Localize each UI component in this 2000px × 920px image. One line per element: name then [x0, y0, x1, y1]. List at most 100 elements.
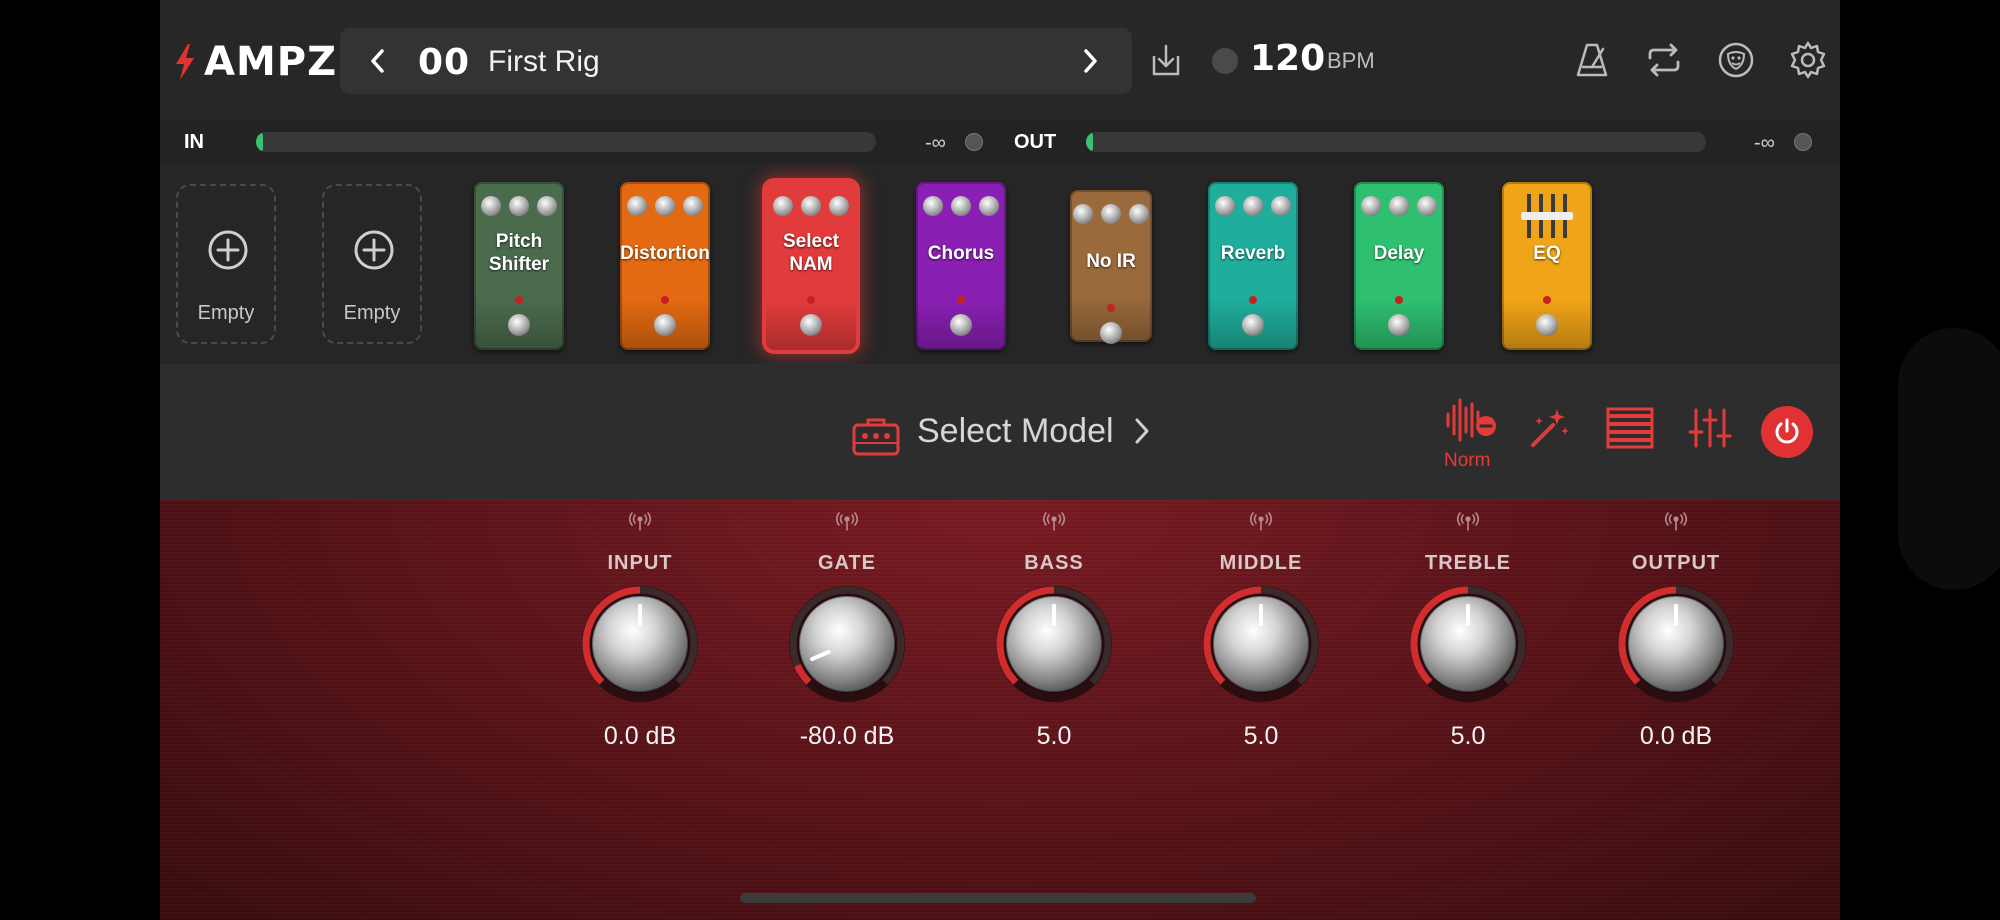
pedal-label: EQ — [1502, 242, 1592, 265]
empty-slot[interactable]: Empty — [176, 184, 276, 344]
pedal-knob[interactable] — [1417, 196, 1437, 216]
sliders-icon — [1688, 408, 1732, 448]
input-meter-label: IN — [184, 131, 204, 153]
pedal-knob[interactable] — [481, 196, 501, 216]
pedal-knobs — [766, 196, 856, 216]
footswitch[interactable] — [1100, 322, 1122, 344]
midi-learn-icon[interactable] — [835, 512, 859, 532]
gate-dial[interactable] — [787, 584, 907, 704]
input-dial[interactable] — [580, 584, 700, 704]
midi-learn-icon[interactable] — [1042, 512, 1066, 532]
midi-learn-icon[interactable] — [1249, 512, 1273, 532]
bass-dial[interactable] — [994, 584, 1114, 704]
mixer-button[interactable] — [1682, 400, 1738, 456]
next-preset-button[interactable] — [1070, 41, 1110, 81]
pedal-knob[interactable] — [1243, 196, 1263, 216]
pedal-label: Delay — [1354, 242, 1444, 265]
input-clip-indicator[interactable] — [965, 133, 983, 151]
normalize-button[interactable] — [1442, 392, 1498, 448]
save-preset-button[interactable] — [1144, 38, 1188, 82]
middle-dial[interactable] — [1201, 584, 1321, 704]
pedal-knob[interactable] — [1073, 204, 1093, 224]
pedal-eq[interactable]: EQ — [1502, 182, 1592, 350]
pedal-label-line1: Select — [783, 231, 839, 252]
midi-learn-icon[interactable] — [1664, 512, 1688, 532]
pedal-knob[interactable] — [1129, 204, 1149, 224]
pedal-knob[interactable] — [627, 196, 647, 216]
pedal-label-line1: Chorus — [927, 243, 995, 264]
pedal-knobs — [1208, 196, 1298, 216]
footswitch[interactable] — [508, 314, 530, 336]
pedal-knob[interactable] — [951, 196, 971, 216]
pedal-knob[interactable] — [1101, 204, 1121, 224]
pedal-knob[interactable] — [1215, 196, 1235, 216]
pedal-no-ir[interactable]: No IR — [1070, 190, 1152, 344]
pedal-chorus[interactable]: Chorus — [916, 182, 1006, 350]
pedal-knob[interactable] — [979, 196, 999, 216]
pedal-delay[interactable]: Delay — [1354, 182, 1444, 350]
pedal-knob[interactable] — [923, 196, 943, 216]
pedal-label-line1: Delay — [1373, 243, 1425, 264]
footswitch[interactable] — [654, 314, 676, 336]
pedal-knob[interactable] — [773, 196, 793, 216]
footswitch[interactable] — [950, 314, 972, 336]
chevron-right-icon — [1135, 418, 1149, 444]
treble-dial[interactable] — [1408, 584, 1528, 704]
side-handle[interactable] — [1898, 328, 2000, 590]
footswitch[interactable] — [800, 314, 822, 336]
tempo-value[interactable]: 120 — [1250, 38, 1325, 79]
pedal-pitch-shifter[interactable]: Pitch Shifter — [474, 182, 564, 350]
bolt-icon — [176, 44, 194, 80]
pedal-select-nam[interactable]: Select NAM — [766, 182, 856, 350]
pedal-reverb[interactable]: Reverb — [1208, 182, 1298, 350]
knob-label: MIDDLE — [1219, 552, 1303, 574]
footswitch[interactable] — [1536, 314, 1558, 336]
midi-learn-icon[interactable] — [1456, 512, 1480, 532]
pedal-knobs — [1354, 196, 1444, 216]
previous-preset-button[interactable] — [358, 41, 398, 81]
knob-label: BASS — [1024, 552, 1084, 574]
pedal-led — [957, 296, 965, 304]
pedal-knob[interactable] — [801, 196, 821, 216]
empty-slot[interactable]: Empty — [322, 184, 422, 344]
output-clip-indicator[interactable] — [1794, 133, 1812, 151]
pedal-knob[interactable] — [655, 196, 675, 216]
eq-sliders — [1502, 194, 1592, 238]
magic-wand-icon — [1531, 409, 1569, 447]
pedal-led — [1395, 296, 1403, 304]
settings-button[interactable] — [1786, 38, 1830, 82]
pedal-knob[interactable] — [1389, 196, 1409, 216]
knob-label: INPUT — [607, 552, 673, 574]
pedal-knob[interactable] — [683, 196, 703, 216]
pedal-label-line2: NAM — [789, 254, 833, 275]
empty-slot-label: Empty — [343, 302, 401, 324]
metronome-button[interactable] — [1570, 38, 1614, 82]
pedal-led — [1543, 296, 1551, 304]
pedal-knob[interactable] — [1361, 196, 1381, 216]
auto-tone-button[interactable] — [1522, 400, 1578, 456]
performance-button[interactable] — [1714, 38, 1758, 82]
home-indicator[interactable] — [740, 893, 1256, 903]
preset-name[interactable]: First Rig — [488, 45, 600, 79]
preset-selector[interactable]: 00 First Rig — [340, 28, 1132, 94]
pedal-knob[interactable] — [829, 196, 849, 216]
pedal-led — [1107, 304, 1115, 312]
chevron-left-icon — [371, 49, 384, 73]
model-bar: Select Model Norm — [160, 364, 1840, 500]
footswitch[interactable] — [1388, 314, 1410, 336]
cabinet-button[interactable] — [1602, 400, 1658, 456]
pedal-knob[interactable] — [537, 196, 557, 216]
top-bar: AMPZ 00 First Rig 120 BPM — [160, 0, 1840, 120]
footswitch[interactable] — [1242, 314, 1264, 336]
loop-button[interactable] — [1642, 38, 1686, 82]
output-dial[interactable] — [1616, 584, 1736, 704]
pedal-label: Pitch Shifter — [474, 230, 564, 276]
pedal-knob[interactable] — [1271, 196, 1291, 216]
pedal-knobs — [1070, 204, 1152, 224]
midi-learn-icon[interactable] — [628, 512, 652, 532]
amp-power-button[interactable] — [1761, 406, 1813, 458]
pedal-knob[interactable] — [509, 196, 529, 216]
pedal-distortion[interactable]: Distortion — [620, 182, 710, 350]
select-model-button[interactable]: Select Model — [917, 412, 1114, 451]
pedal-label: No IR — [1070, 250, 1152, 273]
